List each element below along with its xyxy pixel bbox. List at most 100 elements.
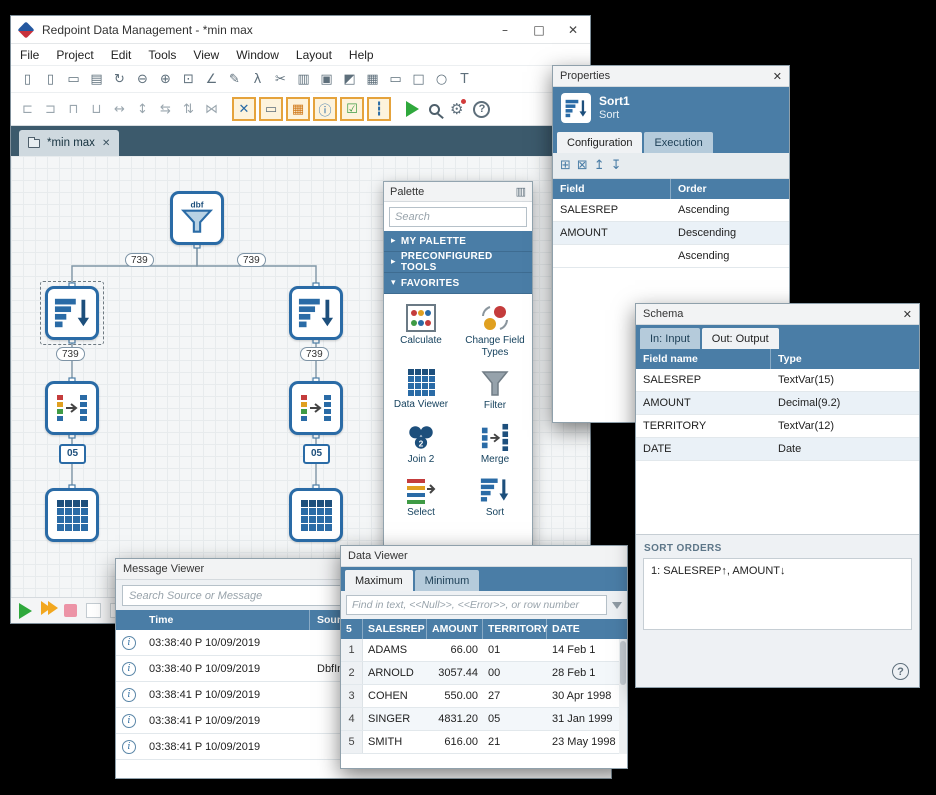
align-right-icon[interactable]: ⊐	[40, 99, 61, 120]
data-row[interactable]: 3 COHEN 550.00 27 30 Apr 1998	[341, 685, 627, 708]
new-project-icon[interactable]: ▯	[40, 69, 61, 90]
menu-window[interactable]: Window	[236, 48, 279, 62]
palette-tool-sort[interactable]: Sort	[458, 470, 532, 524]
menu-file[interactable]: File	[20, 48, 39, 62]
palette-titlebar[interactable]: Palette ▥	[384, 182, 532, 202]
data-grid-tool-icon[interactable]: ▦	[286, 97, 310, 121]
run-project-button[interactable]	[406, 101, 419, 117]
transform-icon[interactable]: ◩	[339, 69, 360, 90]
data-row[interactable]: 4 SINGER 4831.20 05 31 Jan 1999	[341, 708, 627, 731]
run-button[interactable]	[19, 603, 32, 619]
open-folder-icon[interactable]: ▭	[63, 69, 84, 90]
zoom-fit-icon[interactable]: ⊡	[178, 69, 199, 90]
same-width-icon[interactable]: ⇆	[155, 99, 176, 120]
menu-edit[interactable]: Edit	[111, 48, 132, 62]
new-file-icon[interactable]: ▯	[17, 69, 38, 90]
data-viewer-node-right[interactable]	[289, 488, 343, 542]
palette-section-preconfigured-tools[interactable]: ▸ PRECONFIGURED TOOLS	[384, 252, 532, 273]
delete-field-icon[interactable]: ⊠	[577, 158, 588, 173]
line-tool-icon[interactable]: ∠	[201, 69, 222, 90]
schema-field-row[interactable]: AMOUNT Decimal(9.2)	[636, 392, 919, 415]
align-bottom-icon[interactable]: ⊔	[86, 99, 107, 120]
minimize-button[interactable]: –	[488, 23, 522, 37]
menu-view[interactable]: View	[193, 48, 219, 62]
rectangle-tool-icon[interactable]: ▭	[385, 69, 406, 90]
filter-icon[interactable]	[612, 602, 622, 609]
menu-help[interactable]: Help	[349, 48, 374, 62]
tab-minimum[interactable]: Minimum	[415, 570, 480, 591]
data-row[interactable]: 1 ADAMS 66.00 01 14 Feb 1	[341, 639, 627, 662]
container-tool-icon[interactable]: ▭	[259, 97, 283, 121]
menu-layout[interactable]: Layout	[296, 48, 332, 62]
distribute-vertical-icon[interactable]: ↕	[132, 99, 153, 120]
columns-tool-icon[interactable]: ┇	[367, 97, 391, 121]
palette-tool-filter[interactable]: Filter	[458, 363, 532, 417]
palette-tool-data-viewer[interactable]: Data Viewer	[384, 363, 458, 417]
text-tool-icon[interactable]: T	[454, 69, 475, 90]
tab-execution[interactable]: Execution	[644, 132, 712, 153]
vertical-scrollbar[interactable]	[619, 639, 627, 754]
zoom-in-icon[interactable]: ⊕	[155, 69, 176, 90]
document-tab[interactable]: *min max ✕	[19, 130, 119, 156]
move-up-icon[interactable]: ↥	[594, 158, 605, 173]
titlebar[interactable]: Redpoint Data Management - *min max – □ …	[11, 16, 590, 44]
merge-node-left[interactable]	[45, 381, 99, 435]
properties-close-icon[interactable]: ✕	[773, 70, 782, 83]
menu-project[interactable]: Project	[56, 48, 93, 62]
pencil-icon[interactable]: ✎	[224, 69, 245, 90]
dbf-input-node[interactable]: dbf	[170, 191, 224, 245]
schema-close-icon[interactable]: ✕	[903, 308, 912, 321]
sort-field-row[interactable]: Ascending	[553, 245, 789, 268]
move-down-icon[interactable]: ↧	[611, 158, 622, 173]
palette-tool-calculate[interactable]: Calculate	[384, 298, 458, 363]
schema-titlebar[interactable]: Schema ✕	[636, 304, 919, 325]
align-top-icon[interactable]: ⊓	[63, 99, 84, 120]
maximize-button[interactable]: □	[522, 23, 556, 37]
menu-tools[interactable]: Tools	[148, 48, 176, 62]
palette-dock-icon[interactable]: ▥	[516, 185, 526, 198]
tab-output[interactable]: Out: Output	[702, 328, 779, 349]
refresh-icon[interactable]: ↻	[109, 69, 130, 90]
stop-button[interactable]	[64, 604, 77, 617]
properties-titlebar[interactable]: Properties ✕	[553, 66, 789, 87]
same-height-icon[interactable]: ⇅	[178, 99, 199, 120]
run-to-breakpoint-button[interactable]	[41, 601, 55, 620]
palette-tool-change-field-types[interactable]: Change Field Types	[458, 298, 532, 363]
square-tool-icon[interactable]: □	[408, 69, 429, 90]
sort-node-left[interactable]	[45, 286, 99, 340]
close-button[interactable]: ✕	[556, 23, 590, 37]
palette-tool-merge[interactable]: Merge	[458, 417, 532, 471]
palette-tool-select[interactable]: Select	[384, 470, 458, 524]
formula-icon[interactable]: λ	[247, 69, 268, 90]
chart-icon[interactable]: ▦	[362, 69, 383, 90]
junction-tool-icon[interactable]: ✕	[232, 97, 256, 121]
palette-tool-join-2[interactable]: 2 Join 2	[384, 417, 458, 471]
snap-icon[interactable]: ⋈	[201, 99, 222, 120]
data-row[interactable]: 2 ARNOLD 3057.44 00 28 Feb 1	[341, 662, 627, 685]
align-left-icon[interactable]: ⊏	[17, 99, 38, 120]
palette-search-input[interactable]	[389, 207, 527, 227]
cut-icon[interactable]: ✂	[270, 69, 291, 90]
settings-gear-icon[interactable]: ⚙	[450, 100, 463, 118]
sort-field-row[interactable]: SALESREP Ascending	[553, 199, 789, 222]
paste-icon[interactable]: ▣	[316, 69, 337, 90]
zoom-out-icon[interactable]: ⊖	[132, 69, 153, 90]
search-tool-icon[interactable]	[429, 104, 440, 115]
schema-field-row[interactable]: SALESREP TextVar(15)	[636, 369, 919, 392]
data-viewer-node-left[interactable]	[45, 488, 99, 542]
schema-help-button[interactable]: ?	[892, 663, 909, 680]
flow-canvas[interactable]: dbf	[11, 156, 590, 597]
tab-maximum[interactable]: Maximum	[345, 570, 413, 591]
tab-input[interactable]: In: Input	[640, 328, 700, 349]
copy-icon[interactable]: ▥	[293, 69, 314, 90]
save-icon[interactable]: ▤	[86, 69, 107, 90]
ellipse-tool-icon[interactable]: ○	[431, 69, 452, 90]
palette-section-my-palette[interactable]: ▸ MY PALETTE	[384, 231, 532, 252]
info-tool-icon[interactable]: ⓘ	[313, 97, 337, 121]
data-viewer-titlebar[interactable]: Data Viewer	[341, 546, 627, 567]
schema-field-row[interactable]: TERRITORY TextVar(12)	[636, 415, 919, 438]
schema-field-row[interactable]: DATE Date	[636, 438, 919, 461]
find-input[interactable]	[346, 595, 607, 615]
add-field-icon[interactable]: ⊞	[560, 158, 571, 173]
tab-configuration[interactable]: Configuration	[557, 132, 642, 153]
